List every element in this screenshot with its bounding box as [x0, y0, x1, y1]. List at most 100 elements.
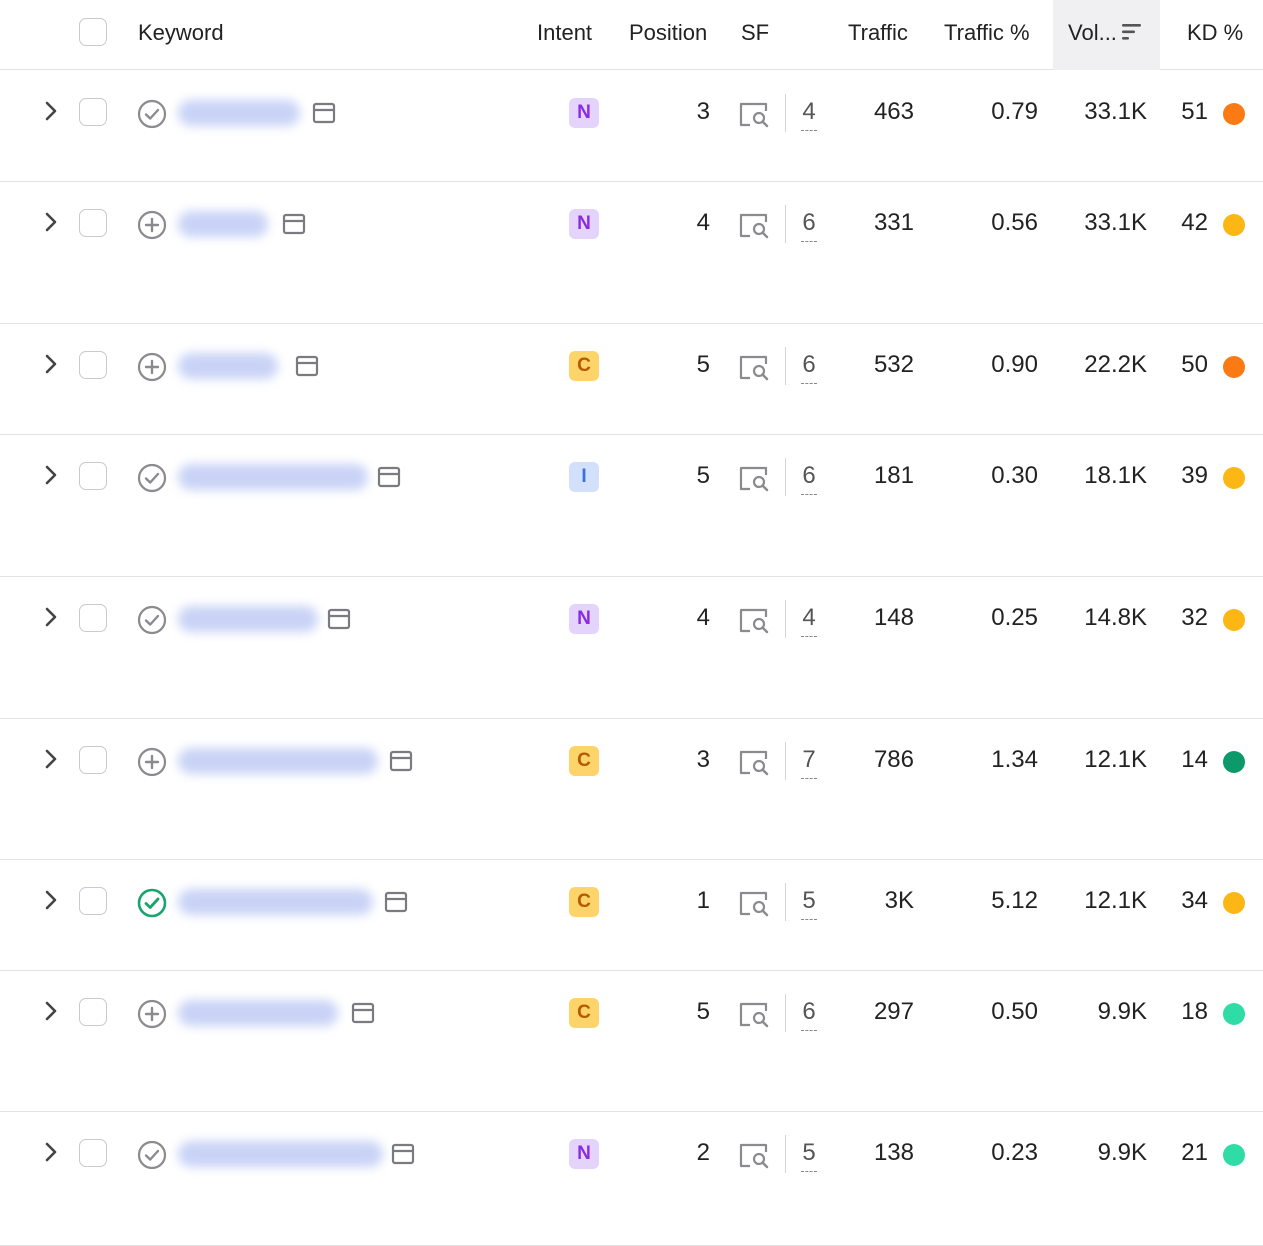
sf-count-link[interactable]: 6	[796, 183, 822, 263]
table-row[interactable]: I 5 6 181 0.30 18.1K 39	[0, 436, 1263, 577]
serp-features-icon[interactable]	[738, 890, 770, 918]
expand-chevron-icon[interactable]	[40, 748, 62, 770]
page-icon[interactable]	[295, 354, 319, 378]
row-checkbox[interactable]	[79, 351, 107, 379]
table-row[interactable]: C 1 5 3K 5.12 12.1K 34	[0, 861, 1263, 971]
check-circle-active-icon[interactable]	[136, 887, 168, 919]
intent-badge: C	[569, 351, 599, 381]
header-kd[interactable]: KD %	[1187, 0, 1243, 70]
keyword-redacted[interactable]	[178, 889, 373, 915]
row-checkbox[interactable]	[79, 887, 107, 915]
page-icon[interactable]	[389, 749, 413, 773]
traffic-value: 331	[873, 209, 914, 236]
header-position[interactable]: Position	[629, 0, 707, 70]
check-circle-icon[interactable]	[136, 1139, 168, 1171]
table-row[interactable]: N 4 6 331 0.56 33.1K 42	[0, 183, 1263, 324]
serp-features-icon[interactable]	[738, 1001, 770, 1029]
select-all-checkbox[interactable]	[79, 18, 107, 46]
check-circle-icon[interactable]	[136, 98, 168, 130]
sf-count-link[interactable]: 7	[796, 720, 822, 800]
sf-count-link[interactable]: 4	[796, 578, 822, 658]
page-icon[interactable]	[282, 212, 306, 236]
kd-difficulty-dot	[1223, 609, 1245, 631]
sf-count-link[interactable]: 6	[796, 325, 822, 405]
header-intent[interactable]: Intent	[537, 0, 592, 70]
traffic-value: 297	[873, 998, 914, 1025]
header-traffic[interactable]: Traffic	[848, 0, 908, 70]
position-value: 5	[696, 462, 710, 489]
kd-value: 42	[1181, 209, 1208, 236]
expand-chevron-icon[interactable]	[40, 606, 62, 628]
serp-features-icon[interactable]	[738, 212, 770, 240]
sf-count-link[interactable]: 6	[796, 436, 822, 516]
page-icon[interactable]	[377, 465, 401, 489]
table-row[interactable]: C 3 7 786 1.34 12.1K 14	[0, 720, 1263, 860]
page-icon[interactable]	[351, 1001, 375, 1025]
page-icon[interactable]	[312, 101, 336, 125]
keyword-redacted[interactable]	[178, 211, 268, 237]
expand-chevron-icon[interactable]	[40, 100, 62, 122]
row-checkbox[interactable]	[79, 604, 107, 632]
header-sf[interactable]: SF	[741, 0, 769, 70]
sf-count-link[interactable]: 4	[796, 72, 822, 152]
expand-chevron-icon[interactable]	[40, 889, 62, 911]
keyword-redacted[interactable]	[178, 353, 278, 379]
expand-chevron-icon[interactable]	[40, 353, 62, 375]
row-checkbox[interactable]	[79, 1139, 107, 1167]
serp-features-icon[interactable]	[738, 1142, 770, 1170]
row-checkbox[interactable]	[79, 462, 107, 490]
page-icon[interactable]	[384, 890, 408, 914]
keyword-redacted[interactable]	[178, 748, 378, 774]
intent-badge: N	[569, 1139, 599, 1169]
check-circle-icon[interactable]	[136, 604, 168, 636]
table-row[interactable]: N 4 4 148 0.25 14.8K 32	[0, 578, 1263, 719]
table-row[interactable]: N 2 5 138 0.23 9.9K 21	[0, 1113, 1263, 1246]
plus-circle-icon[interactable]	[136, 209, 168, 241]
traffic-value: 3K	[884, 887, 914, 914]
row-checkbox[interactable]	[79, 746, 107, 774]
expand-chevron-icon[interactable]	[40, 464, 62, 486]
table-row[interactable]: N 3 4 463 0.79 33.1K 51	[0, 72, 1263, 182]
header-keyword[interactable]: Keyword	[138, 0, 224, 70]
keyword-redacted[interactable]	[178, 1000, 338, 1026]
plus-circle-icon[interactable]	[136, 998, 168, 1030]
expand-chevron-icon[interactable]	[40, 211, 62, 233]
row-checkbox[interactable]	[79, 998, 107, 1026]
sf-count-link[interactable]: 6	[796, 972, 822, 1052]
intent-badge: C	[569, 887, 599, 917]
plus-circle-icon[interactable]	[136, 351, 168, 383]
keyword-redacted[interactable]	[178, 100, 300, 126]
plus-circle-icon[interactable]	[136, 746, 168, 778]
serp-features-icon[interactable]	[738, 465, 770, 493]
serp-features-icon[interactable]	[738, 607, 770, 635]
expand-chevron-icon[interactable]	[40, 1000, 62, 1022]
sf-divider	[785, 458, 786, 496]
sf-count-link[interactable]: 5	[796, 861, 822, 941]
table-row[interactable]: C 5 6 297 0.50 9.9K 18	[0, 972, 1263, 1112]
kd-difficulty-dot	[1223, 467, 1245, 489]
header-traffic-pct[interactable]: Traffic %	[944, 0, 1030, 70]
sort-desc-icon[interactable]	[1119, 22, 1143, 42]
keyword-redacted[interactable]	[178, 464, 368, 490]
page-icon[interactable]	[327, 607, 351, 631]
serp-features-icon[interactable]	[738, 101, 770, 129]
page-icon[interactable]	[391, 1142, 415, 1166]
sf-divider	[785, 994, 786, 1032]
position-value: 3	[696, 746, 710, 773]
traffic-pct-value: 0.25	[991, 604, 1038, 631]
serp-features-icon[interactable]	[738, 749, 770, 777]
kd-difficulty-dot	[1223, 1144, 1245, 1166]
row-checkbox[interactable]	[79, 209, 107, 237]
intent-badge: I	[569, 462, 599, 492]
header-volume[interactable]: Vol...	[1068, 0, 1117, 70]
row-checkbox[interactable]	[79, 98, 107, 126]
serp-features-icon[interactable]	[738, 354, 770, 382]
sf-count-link[interactable]: 5	[796, 1113, 822, 1193]
check-circle-icon[interactable]	[136, 462, 168, 494]
keyword-redacted[interactable]	[178, 606, 318, 632]
expand-chevron-icon[interactable]	[40, 1141, 62, 1163]
intent-badge: C	[569, 998, 599, 1028]
table-row[interactable]: C 5 6 532 0.90 22.2K 50	[0, 325, 1263, 435]
position-value: 4	[696, 209, 710, 236]
keyword-redacted[interactable]	[178, 1141, 383, 1167]
